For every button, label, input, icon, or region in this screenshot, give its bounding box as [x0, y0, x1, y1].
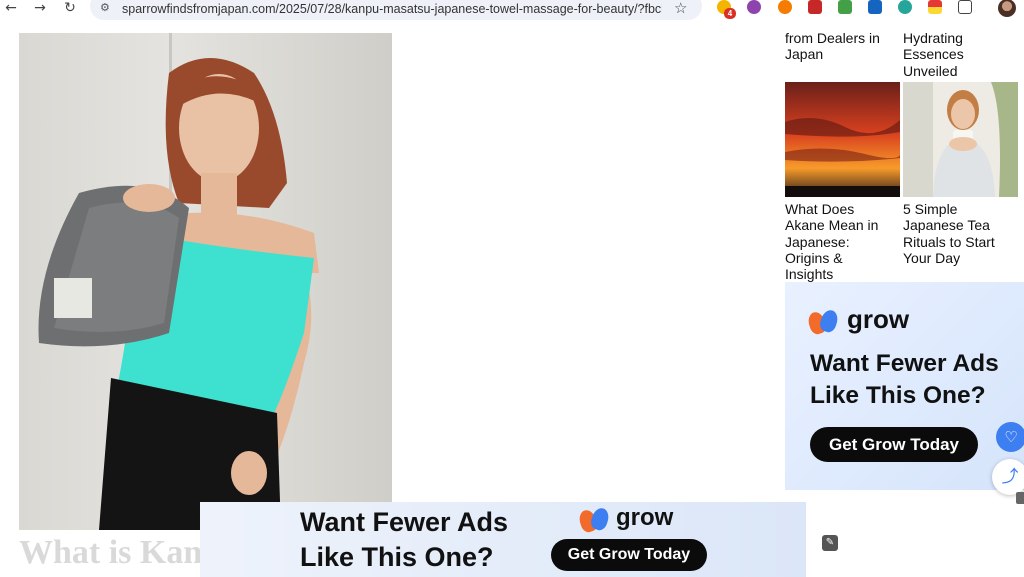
address-bar[interactable]: ⚙ sparrowfindsfromjapan.com/2025/07/28/k… [90, 0, 702, 20]
grow-logo-icon [576, 506, 612, 534]
get-grow-today-button[interactable]: Get Grow Today [551, 539, 707, 571]
ad-headline: Want Fewer Ads Like This One? [810, 348, 999, 412]
article-heading: What is Kan [19, 534, 203, 571]
grow-ad-bottom[interactable]: Want Fewer Ads Like This One? grow Get G… [200, 502, 806, 577]
article-hero-image [19, 33, 392, 530]
grow-wordmark: grow [847, 304, 910, 334]
ad-headline-line-2: Like This One? [810, 382, 986, 409]
woman-with-tea-image [903, 82, 1018, 197]
browser-toolbar: ← → ↻ ⚙ sparrowfindsfromjapan.com/2025/0… [0, 0, 1024, 20]
ad-headline-line-2: Like This One? [300, 542, 494, 572]
ad-headline: Want Fewer Ads Like This One? [300, 505, 508, 575]
avatar[interactable] [998, 0, 1016, 17]
extension-icon-7[interactable] [898, 0, 912, 14]
leaf-icon[interactable]: ✎ [822, 535, 838, 551]
ad-headline-line-1: Want Fewer Ads [300, 507, 509, 537]
sidebar-item-akane[interactable]: What Does Akane Mean in Japanese: Origin… [785, 201, 900, 282]
extension-badge: 4 [724, 8, 736, 19]
grow-logo: grow [805, 304, 909, 336]
url-text[interactable]: sparrowfindsfromjapan.com/2025/07/28/kan… [122, 2, 662, 16]
sidebar-item-japanese-cars[interactable]: from Dealers in Japan [785, 30, 900, 63]
grow-logo: grow [576, 504, 673, 534]
extension-icon-3[interactable] [778, 0, 792, 14]
extensions-puzzle-icon[interactable] [958, 0, 972, 14]
grow-wordmark: grow [616, 504, 674, 531]
site-info-icon[interactable]: ⚙ [100, 1, 114, 15]
extension-icon-5[interactable] [838, 0, 852, 14]
sidebar-thumb-sunset[interactable] [785, 82, 900, 197]
sidebar-item-label[interactable]: 5 Simple Japanese Tea Rituals to Start Y… [903, 201, 1018, 266]
reload-icon[interactable]: ↻ [60, 0, 80, 16]
sidebar-item-label[interactable]: from Dealers in Japan [785, 30, 900, 63]
back-arrow-icon[interactable]: ← [1, 0, 21, 16]
forward-arrow-icon[interactable]: → [30, 0, 50, 16]
grow-logo-icon [805, 307, 841, 336]
extension-icon-6[interactable] [868, 0, 882, 14]
share-icon[interactable]: ⤴ [992, 459, 1024, 495]
get-grow-today-button[interactable]: Get Grow Today [810, 427, 978, 462]
side-tab-icon[interactable] [1016, 492, 1024, 504]
sidebar-thumb-tea[interactable] [903, 82, 1018, 197]
extension-icon-4[interactable] [808, 0, 822, 14]
sidebar-item-tea-rituals[interactable]: 5 Simple Japanese Tea Rituals to Start Y… [903, 201, 1018, 266]
sidebar-item-label[interactable]: What Does Akane Mean in Japanese: Origin… [785, 201, 900, 282]
bookmark-star-icon[interactable]: ☆ [674, 0, 687, 17]
sidebar-item-hydrating-essences[interactable]: Hydrating Essences Unveiled [903, 30, 1018, 79]
sidebar-item-label[interactable]: Hydrating Essences Unveiled [903, 30, 1018, 79]
extension-icon-2[interactable] [747, 0, 761, 14]
extension-icon-8[interactable] [928, 0, 942, 14]
heart-icon[interactable]: ♡ [996, 422, 1024, 452]
ad-headline-line-1: Want Fewer Ads [810, 350, 999, 377]
woman-with-towel-illustration [38, 33, 319, 530]
sunset-image [785, 82, 900, 197]
grow-ad-sidebar[interactable]: grow Want Fewer Ads Like This One? Get G… [785, 282, 1024, 490]
